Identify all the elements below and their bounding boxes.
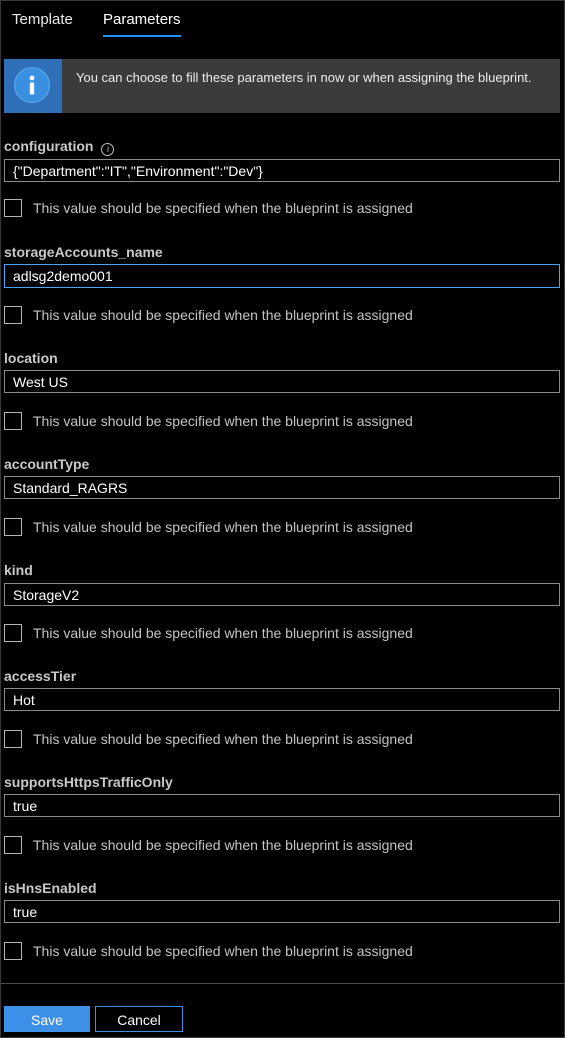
tab-bar: Template Parameters <box>1 1 565 41</box>
footer-divider <box>1 983 565 984</box>
location-input[interactable] <box>4 370 560 393</box>
assign-later-label: This value should be specified when the … <box>33 731 413 747</box>
assign-later-label: This value should be specified when the … <box>33 200 413 216</box>
param-label: accessTier <box>4 668 77 684</box>
assign-checkbox-row: This value should be specified when the … <box>4 199 560 219</box>
assign-checkbox-row: This value should be specified when the … <box>4 942 560 962</box>
assign-later-label: This value should be specified when the … <box>33 413 413 429</box>
assign-checkbox-row: This value should be specified when the … <box>4 518 560 538</box>
storage-accounts-name-input[interactable] <box>4 264 560 288</box>
assign-later-label: This value should be specified when the … <box>33 837 413 853</box>
parameters-panel: Template Parameters You can choose to fi… <box>0 0 565 1038</box>
tab-parameters[interactable]: Parameters <box>103 11 181 37</box>
param-label: accountType <box>4 456 90 472</box>
assign-checkbox-row: This value should be specified when the … <box>4 412 560 432</box>
info-circle-icon[interactable]: i <box>101 143 115 156</box>
tab-template[interactable]: Template <box>12 11 73 36</box>
info-banner: You can choose to fill these parameters … <box>4 59 560 113</box>
info-icon-box <box>4 59 62 113</box>
param-label: supportsHttpsTrafficOnly <box>4 774 173 790</box>
assign-later-checkbox[interactable] <box>4 306 22 324</box>
info-icon <box>14 67 50 103</box>
assign-checkbox-row: This value should be specified when the … <box>4 306 560 326</box>
param-label: location <box>4 350 58 366</box>
assign-later-checkbox[interactable] <box>4 199 22 217</box>
param-label: storageAccounts_name <box>4 244 163 260</box>
assign-checkbox-row: This value should be specified when the … <box>4 730 560 750</box>
param-label: kind <box>4 562 33 578</box>
assign-later-checkbox[interactable] <box>4 730 22 748</box>
assign-checkbox-row: This value should be specified when the … <box>4 624 560 644</box>
assign-later-checkbox[interactable] <box>4 412 22 430</box>
assign-later-label: This value should be specified when the … <box>33 519 413 535</box>
supports-https-input[interactable] <box>4 794 560 817</box>
info-banner-text: You can choose to fill these parameters … <box>76 70 532 85</box>
param-label-text: configuration <box>4 138 94 154</box>
param-label: configuration i <box>4 138 115 156</box>
save-button[interactable]: Save <box>4 1006 90 1032</box>
account-type-input[interactable] <box>4 476 560 499</box>
assign-later-label: This value should be specified when the … <box>33 307 413 323</box>
kind-input[interactable] <box>4 583 560 606</box>
assign-later-checkbox[interactable] <box>4 942 22 960</box>
assign-later-checkbox[interactable] <box>4 836 22 854</box>
cancel-button[interactable]: Cancel <box>95 1006 183 1032</box>
assign-later-label: This value should be specified when the … <box>33 625 413 641</box>
assign-later-label: This value should be specified when the … <box>33 943 413 959</box>
is-hns-enabled-input[interactable] <box>4 900 560 923</box>
configuration-input[interactable] <box>4 159 560 182</box>
access-tier-input[interactable] <box>4 688 560 711</box>
assign-later-checkbox[interactable] <box>4 518 22 536</box>
assign-later-checkbox[interactable] <box>4 624 22 642</box>
param-label: isHnsEnabled <box>4 880 97 896</box>
assign-checkbox-row: This value should be specified when the … <box>4 836 560 856</box>
